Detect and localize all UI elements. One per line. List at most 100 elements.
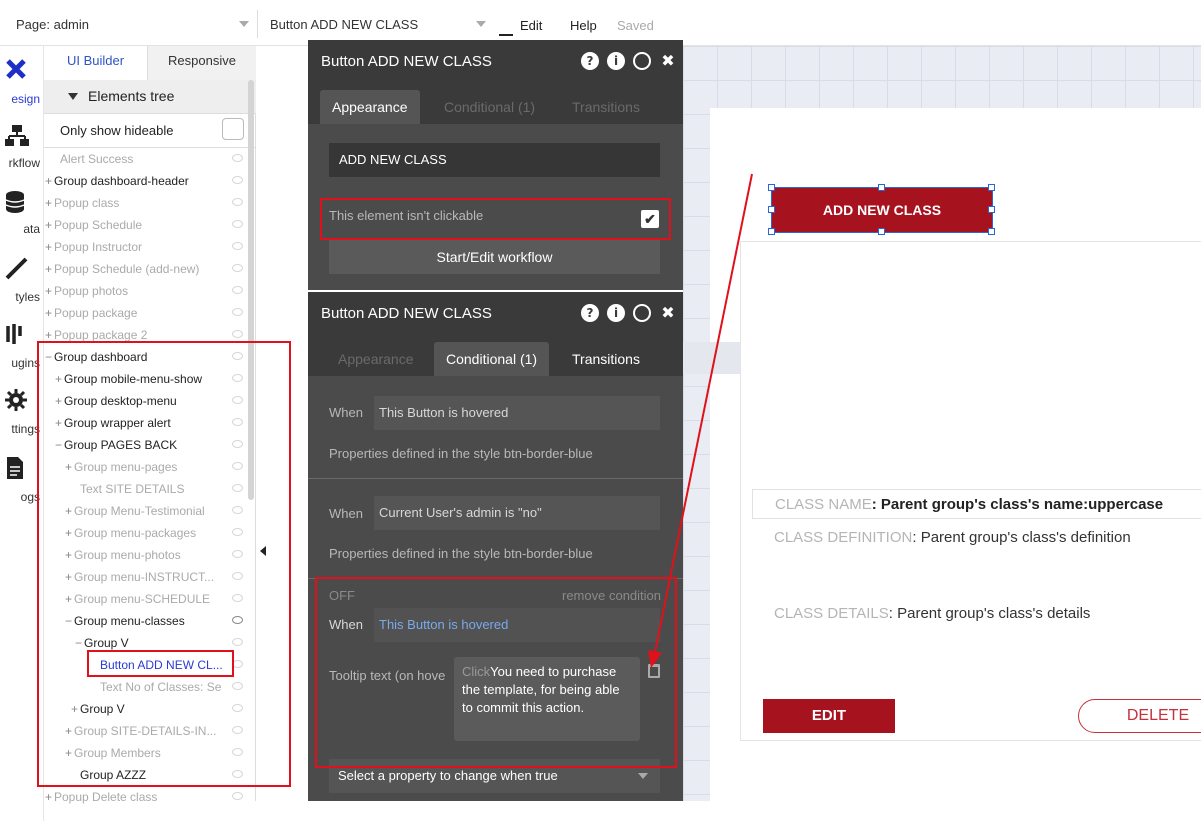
tree-row[interactable]: + Group menu-packages	[44, 522, 244, 544]
tree-row[interactable]: Button ADD NEW CL...	[44, 654, 244, 676]
tree-expander[interactable]: +	[45, 214, 52, 236]
help-icon[interactable]: ?	[581, 52, 599, 70]
tree-row[interactable]: + Group menu-pages	[44, 456, 244, 478]
tree-row[interactable]: − Group V	[44, 632, 244, 654]
tree-expander[interactable]: +	[45, 324, 52, 346]
resize-handle[interactable]	[988, 184, 995, 191]
eye-icon[interactable]	[232, 660, 243, 668]
tree-expander[interactable]: +	[65, 720, 72, 742]
tree-row[interactable]: + Popup Schedule	[44, 214, 244, 236]
tree-row[interactable]: − Group menu-classes	[44, 610, 244, 632]
condition-1-expression[interactable]: This Button is hovered	[374, 396, 660, 430]
tree-row[interactable]: − Group PAGES BACK	[44, 434, 244, 456]
nav-workflow[interactable]: rkflow	[0, 124, 43, 174]
eye-icon[interactable]	[232, 616, 243, 624]
menu-edit[interactable]: Edit	[520, 18, 542, 33]
tree-expander[interactable]: +	[65, 544, 72, 566]
edit-workflow-button[interactable]: Start/Edit workflow	[329, 240, 660, 274]
eye-icon[interactable]	[232, 726, 243, 734]
tree-expander[interactable]: +	[45, 302, 52, 324]
eye-icon[interactable]	[232, 176, 243, 184]
tab-appearance[interactable]: Appearance	[320, 90, 420, 124]
tree-row[interactable]: + Group menu-photos	[44, 544, 244, 566]
elements-tree-header[interactable]: Elements tree	[44, 80, 256, 114]
tree-expander[interactable]: +	[65, 742, 72, 764]
trash-icon[interactable]	[648, 664, 660, 678]
tooltip-text-input[interactable]: ClickYou need to purchase the template, …	[454, 657, 640, 741]
tree-expander[interactable]: +	[45, 192, 52, 214]
tree-row[interactable]: + Popup class	[44, 192, 244, 214]
condition-3-expression[interactable]: This Button is hovered	[374, 608, 660, 642]
eye-icon[interactable]	[232, 572, 243, 580]
tree-expander[interactable]: −	[45, 346, 52, 368]
eye-icon[interactable]	[232, 264, 243, 272]
tab-appearance[interactable]: Appearance	[326, 342, 426, 376]
nav-data[interactable]: ata	[0, 190, 43, 240]
tree-expander[interactable]: +	[45, 280, 52, 302]
tab-responsive[interactable]: Responsive	[148, 46, 256, 80]
eye-icon[interactable]	[232, 308, 243, 316]
tree-expander[interactable]: +	[55, 390, 62, 412]
nav-styles[interactable]: tyles	[0, 256, 43, 306]
tree-row[interactable]: Text No of Classes: Se	[44, 676, 244, 698]
resize-handle[interactable]	[768, 228, 775, 235]
property-select-dropdown[interactable]: Select a property to change when true	[329, 759, 660, 793]
eye-icon[interactable]	[232, 440, 243, 448]
tree-expander[interactable]: +	[65, 456, 72, 478]
tab-transitions[interactable]: Transitions	[560, 90, 652, 124]
page-selector[interactable]: Page: admin	[8, 10, 258, 38]
help-icon[interactable]: ?	[581, 304, 599, 322]
tree-row[interactable]: − Group dashboard	[44, 346, 244, 368]
tree-row[interactable]: + Popup package	[44, 302, 244, 324]
tree-expander[interactable]: +	[45, 786, 52, 808]
remove-condition-link[interactable]: remove condition	[562, 588, 661, 603]
resize-handle[interactable]	[878, 184, 885, 191]
tree-row[interactable]: + Popup Schedule (add-new)	[44, 258, 244, 280]
info-icon[interactable]: i	[607, 52, 625, 70]
eye-icon[interactable]	[232, 330, 243, 338]
tree-expander[interactable]: +	[65, 500, 72, 522]
resize-handle[interactable]	[768, 206, 775, 213]
tree-row[interactable]: + Group SITE-DETAILS-IN...	[44, 720, 244, 742]
eye-icon[interactable]	[232, 638, 243, 646]
comment-icon[interactable]	[633, 304, 651, 322]
tree-expander[interactable]: −	[65, 610, 72, 632]
only-hideable-checkbox[interactable]	[222, 118, 244, 140]
eye-icon[interactable]	[232, 682, 243, 690]
nav-plugins[interactable]: ugins	[0, 322, 43, 372]
editor-canvas[interactable]: ADD NEW CLASS CLASS NAME: Parent group's…	[683, 46, 1201, 801]
tree-row[interactable]: + Group V	[44, 698, 244, 720]
eye-icon[interactable]	[232, 242, 243, 250]
tree-expander[interactable]: +	[45, 258, 52, 280]
tree-expander[interactable]: +	[65, 566, 72, 588]
tree-row[interactable]: + Group desktop-menu	[44, 390, 244, 412]
info-icon[interactable]: i	[607, 304, 625, 322]
menu-help[interactable]: Help	[570, 18, 597, 33]
eye-icon[interactable]	[232, 484, 243, 492]
eye-icon[interactable]	[232, 374, 243, 382]
tree-expander[interactable]: −	[75, 632, 82, 654]
comment-icon[interactable]	[633, 52, 651, 70]
tree-row[interactable]: + Group Members	[44, 742, 244, 764]
nav-settings[interactable]: ttings	[0, 388, 43, 438]
eye-icon[interactable]	[232, 352, 243, 360]
condition-2-expression[interactable]: Current User's admin is "no"	[374, 496, 660, 530]
resize-handle[interactable]	[768, 184, 775, 191]
not-clickable-checkbox[interactable]: ✔	[641, 210, 659, 228]
edit-button[interactable]: EDIT	[763, 699, 895, 733]
tree-expander[interactable]: +	[55, 412, 62, 434]
collapse-panel-icon[interactable]	[260, 546, 266, 556]
eye-icon[interactable]	[232, 550, 243, 558]
delete-button[interactable]: DELETE	[1078, 699, 1201, 733]
eye-icon[interactable]	[232, 704, 243, 712]
eye-icon[interactable]	[232, 286, 243, 294]
tree-row[interactable]: + Group wrapper alert	[44, 412, 244, 434]
add-new-class-button[interactable]: ADD NEW CLASS	[771, 187, 993, 233]
tab-conditional[interactable]: Conditional (1)	[432, 90, 547, 124]
eye-icon[interactable]	[232, 418, 243, 426]
tree-row[interactable]: + Group menu-INSTRUCT...	[44, 566, 244, 588]
tree-expander[interactable]: +	[71, 698, 78, 720]
tab-transitions[interactable]: Transitions	[560, 342, 652, 376]
tree-row[interactable]: + Popup photos	[44, 280, 244, 302]
tree-row[interactable]: + Popup Delete class	[44, 786, 244, 808]
